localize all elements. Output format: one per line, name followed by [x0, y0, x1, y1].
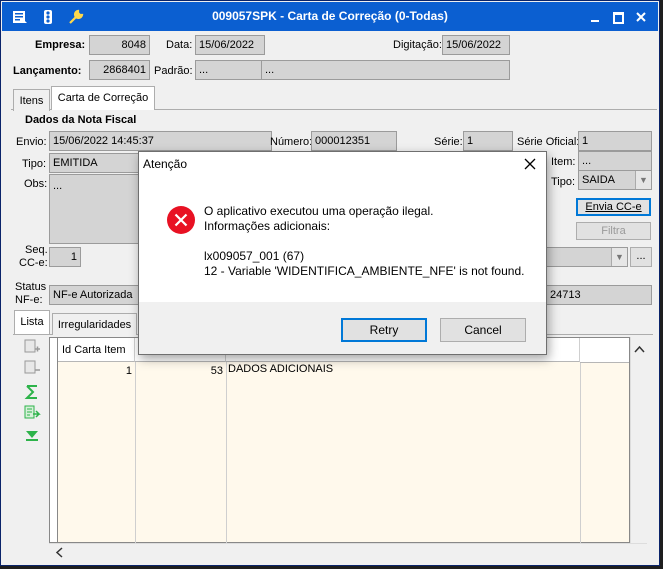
tipo2-label: Tipo: — [551, 176, 576, 188]
cancel-button[interactable]: Cancel — [440, 318, 526, 342]
empresa-field[interactable]: 8048 — [89, 35, 150, 55]
chevron-left-icon[interactable] — [55, 547, 63, 558]
dialog-message-line3: lx009057_001 (67) — [204, 249, 305, 263]
minimize-icon[interactable] — [588, 10, 602, 24]
item-label: Item: — [551, 156, 576, 168]
envio-label: Envio: — [16, 136, 47, 148]
column-header-id[interactable]: Id Carta Item — [58, 338, 135, 362]
tab-itens[interactable]: Itens — [13, 89, 50, 111]
cell-id: 1 — [125, 365, 132, 377]
table-row[interactable]: 1 53 DADOS ADICIONAIS — [58, 363, 629, 380]
digitacao-field[interactable]: 15/06/2022 — [442, 35, 510, 55]
filtra-button[interactable]: Filtra — [576, 222, 651, 240]
cce-label: CC-e: — [19, 257, 48, 269]
envia-cce-button[interactable]: Envia CC-e — [576, 198, 651, 216]
seq-combo[interactable]: ▼ — [546, 247, 628, 267]
section-title: Dados da Nota Fiscal — [25, 114, 137, 126]
wrench-icon[interactable] — [68, 9, 84, 25]
chevron-down-icon[interactable]: ▼ — [635, 171, 651, 189]
ellipsis-button[interactable]: ... — [630, 247, 652, 267]
serie-oficial-field[interactable]: 1 — [578, 131, 652, 151]
menu-icon[interactable] — [12, 9, 28, 25]
dialog-title: Atenção — [143, 157, 188, 171]
chevron-up-icon[interactable] — [634, 345, 645, 353]
chevron-down-icon[interactable]: ▼ — [611, 248, 627, 266]
obs-field[interactable]: ... — [49, 174, 144, 244]
tipo-label: Tipo: — [22, 158, 47, 170]
horizontal-scrollbar[interactable] — [49, 543, 647, 560]
move-last-icon[interactable] — [23, 428, 41, 444]
lancamento-label: Lançamento: — [13, 65, 82, 77]
maximize-icon[interactable] — [611, 10, 625, 24]
numero-field[interactable]: 000012351 — [311, 131, 397, 151]
error-dialog: Atenção O aplicativo executou uma operaç… — [138, 151, 547, 355]
protocolo-field[interactable]: 24713 — [546, 285, 652, 305]
numero-label: Número: — [270, 136, 313, 148]
error-icon — [167, 206, 195, 234]
close-icon[interactable] — [634, 10, 648, 24]
data-label: Data: — [166, 39, 193, 51]
traffic-light-icon[interactable] — [40, 9, 56, 25]
seq-field[interactable]: 1 — [49, 247, 81, 267]
item-field[interactable]: ... — [578, 151, 652, 171]
serie-label: Série: — [434, 136, 463, 148]
lancamento-field[interactable]: 2868401 — [89, 60, 150, 80]
sum-icon[interactable] — [23, 384, 41, 400]
add-row-icon[interactable] — [23, 339, 41, 355]
dialog-body — [139, 152, 546, 302]
padrao-label: Padrão: — [154, 65, 193, 77]
nfe-label: NF-e: — [15, 294, 43, 306]
dialog-message-line4: 12 - Variable 'WIDENTIFICA_AMBIENTE_NFE'… — [204, 264, 525, 278]
tipo2-value: SAIDA — [582, 174, 616, 186]
tab-lista[interactable]: Lista — [14, 310, 50, 334]
empresa-label: Empresa: — [35, 39, 86, 51]
status-label: Status — [15, 281, 47, 293]
tipo2-select[interactable]: SAIDA ▼ — [578, 170, 652, 190]
vertical-scrollbar[interactable] — [630, 337, 648, 543]
tab-irregularidades[interactable]: Irregularidades — [52, 313, 137, 335]
dialog-message-line1: O aplicativo executou uma operação ilega… — [204, 204, 434, 218]
envio-field[interactable]: 15/06/2022 14:45:37 — [49, 131, 272, 151]
export-icon[interactable] — [23, 405, 41, 421]
retry-button[interactable]: Retry — [341, 318, 427, 342]
dialog-close-icon[interactable] — [524, 158, 536, 170]
cell-desc: DADOS ADICIONAIS — [228, 363, 334, 375]
status-field[interactable]: NF-e Autorizada — [49, 285, 144, 305]
window-title: 009057SPK - Carta de Correção (0-Todas) — [212, 9, 448, 23]
serie-field[interactable]: 1 — [463, 131, 513, 151]
tab-carta-correcao[interactable]: Carta de Correção — [51, 86, 155, 110]
remove-row-icon[interactable] — [23, 360, 41, 376]
padrao-desc-field[interactable]: ... — [261, 60, 510, 80]
obs-label: Obs: — [24, 178, 48, 190]
seq-label: Seq. — [25, 244, 48, 256]
digitacao-label: Digitação: — [393, 39, 442, 51]
cell-num: 53 — [210, 365, 223, 377]
serie-oficial-label: Série Oficial: — [517, 136, 580, 148]
data-grid[interactable]: Id Carta Item 1 53 DADOS ADICIONAIS — [57, 337, 630, 544]
title-bar[interactable]: 009057SPK - Carta de Correção (0-Todas) — [2, 2, 658, 31]
grid-indicator-column — [49, 337, 57, 543]
padrao-code-field[interactable]: ... — [195, 60, 263, 80]
tipo-field[interactable]: EMITIDA — [49, 153, 144, 173]
dialog-message-line2: Informações adicionais: — [204, 219, 331, 233]
data-field[interactable]: 15/06/2022 — [195, 35, 265, 55]
column-header[interactable] — [580, 338, 629, 363]
